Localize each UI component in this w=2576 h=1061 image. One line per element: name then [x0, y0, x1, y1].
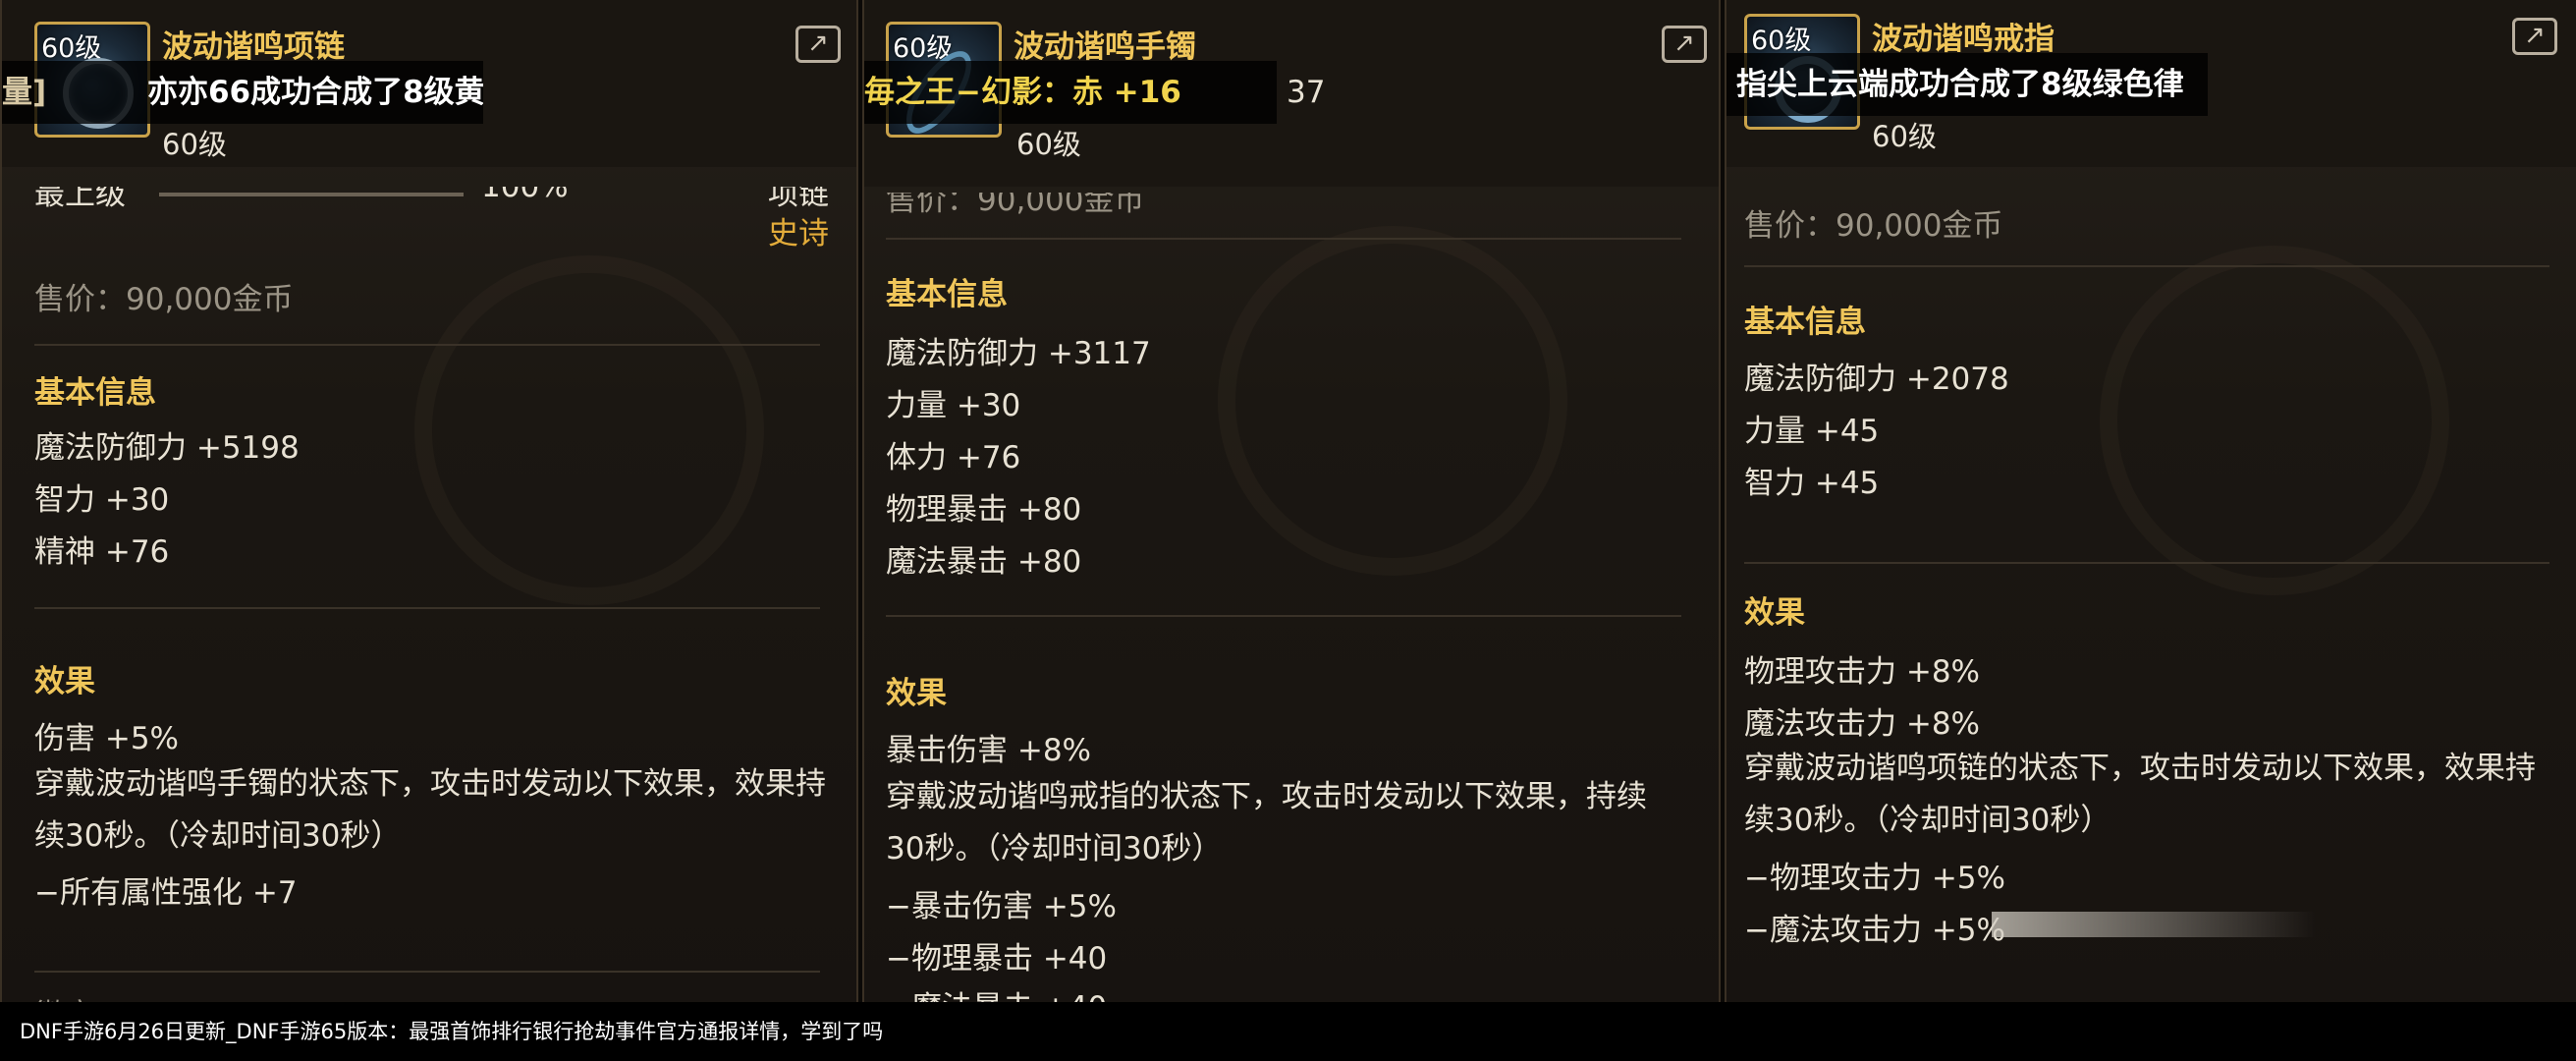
basic-info-heading: 基本信息: [886, 277, 1008, 312]
basic-info-heading: 基本信息: [34, 375, 156, 411]
divider: [886, 615, 1681, 617]
sell-price: 售价：90,000金币: [1744, 208, 2003, 244]
banner-text: 指尖上云端成功合成了8级绿色律: [1736, 67, 2184, 102]
stat-line: 力量 +30: [886, 388, 1021, 423]
effect-heading: 效果: [1744, 595, 1805, 631]
effect-sub-line: −暴击伤害 +5%: [886, 889, 1117, 924]
effect-description: 穿戴波动谐鸣戒指的状态下，攻击时发动以下效果，持续30秒。（冷却时间30秒）: [886, 779, 1647, 866]
stat-line: 魔法暴击 +80: [886, 544, 1082, 580]
effect-line: 暴击伤害 +8%: [886, 733, 1092, 768]
item-type: 项链: [768, 177, 829, 212]
system-broadcast-banner: 量] 亦亦66成功合成了8级黄: [2, 61, 483, 124]
divider: [34, 971, 820, 973]
durability-bar: [159, 193, 464, 196]
item-tooltip-ring: 60级 波动谐鸣戒指 60级 ↗ 指尖上云端成功合成了8级绿色律 售价：90,0…: [1725, 0, 2576, 1002]
stat-line: 精神 +76: [34, 534, 170, 570]
item-title: 波动谐鸣项链: [162, 29, 345, 65]
share-icon[interactable]: ↗: [1662, 26, 1707, 63]
banner-text: 亦亦66成功合成了8级黄: [146, 75, 483, 110]
item-level: 60级: [162, 128, 227, 161]
effect-line: 物理攻击力 +8%: [1744, 654, 1981, 690]
effect-sub-line: −所有属性强化 +7: [34, 875, 298, 911]
effect-line: 伤害 +5%: [34, 721, 180, 756]
background-emblem: [1218, 226, 1567, 576]
effect-sub-line: −魔法暴击 +40: [886, 982, 1107, 1002]
item-title: 波动谐鸣手镯: [1014, 29, 1196, 65]
effect-heading: 效果: [886, 676, 947, 711]
effect-line: 魔法攻击力 +8%: [1744, 706, 1981, 742]
sell-price: 售价：90,000金币: [34, 282, 294, 317]
icon-level-label: 60级: [1751, 26, 1812, 56]
share-icon[interactable]: ↗: [795, 26, 841, 63]
item-title: 波动谐鸣戒指: [1872, 22, 2055, 57]
max-level-value: 100%: [481, 169, 569, 204]
stat-line: 物理暴击 +80: [886, 492, 1082, 528]
background-emblem: [2100, 246, 2449, 595]
max-level-label: 最上级: [34, 177, 126, 212]
stat-line: 体力 +76: [886, 440, 1021, 475]
rarity-label: 史诗: [768, 216, 829, 251]
item-tooltip-necklace: 60级 波动谐鸣项链 60级 ↗ 量] 亦亦66成功合成了8级黄 最上级 100…: [0, 0, 858, 1002]
stat-line: 力量 +45: [1744, 414, 1880, 449]
banner-prefix: 量]: [2, 75, 47, 110]
effect-heading: 效果: [34, 664, 95, 699]
stat-line: 魔法防御力 +3117: [886, 336, 1151, 371]
share-icon[interactable]: ↗: [2512, 18, 2557, 55]
badge-heading: 徽章: [34, 990, 95, 1002]
effect-description: 穿戴波动谐鸣项链的状态下，攻击时发动以下效果，效果持续30秒。（冷却时间30秒）: [1744, 751, 2536, 838]
item-tooltip-bracelet: 60级 波动谐鸣手镯 60级 ↗ 毎之王−幻影：赤 +16 37 售价：90,0…: [862, 0, 1721, 1002]
effect-sub-line: −魔法攻击力 +5%: [1744, 913, 2005, 948]
divider: [34, 607, 820, 609]
blur-overlay: [1992, 912, 2316, 937]
banner-faded-text: 37: [1287, 75, 1326, 110]
background-emblem: [414, 255, 764, 605]
item-level: 60级: [1016, 128, 1081, 161]
divider: [34, 344, 820, 346]
system-broadcast-banner: 毎之王−幻影：赤 +16: [864, 61, 1277, 124]
divider: [1744, 562, 2549, 564]
basic-info-heading: 基本信息: [1744, 305, 1866, 340]
item-level: 60级: [1872, 120, 1937, 153]
stat-line: 魔法防御力 +2078: [1744, 362, 2009, 397]
divider: [886, 238, 1681, 240]
stat-line: 智力 +30: [34, 482, 170, 518]
divider: [1744, 265, 2549, 267]
caption-footer: DNF手游6月26日更新_DNF手游65版本：最强首饰排行银行抢劫事件官方通报详…: [0, 1002, 2576, 1061]
banner-text: 毎之王−幻影：赤 +16: [864, 75, 1181, 110]
effect-sub-line: −物理攻击力 +5%: [1744, 861, 2005, 896]
stat-line: 智力 +45: [1744, 466, 1880, 501]
system-broadcast-banner: 指尖上云端成功合成了8级绿色律: [1726, 53, 2208, 116]
stat-line: 魔法防御力 +5198: [34, 430, 300, 466]
effect-sub-line: −物理暴击 +40: [886, 941, 1108, 977]
effect-description: 穿戴波动谐鸣手镯的状态下，攻击时发动以下效果，效果持续30秒。（冷却时间30秒）: [34, 766, 826, 854]
